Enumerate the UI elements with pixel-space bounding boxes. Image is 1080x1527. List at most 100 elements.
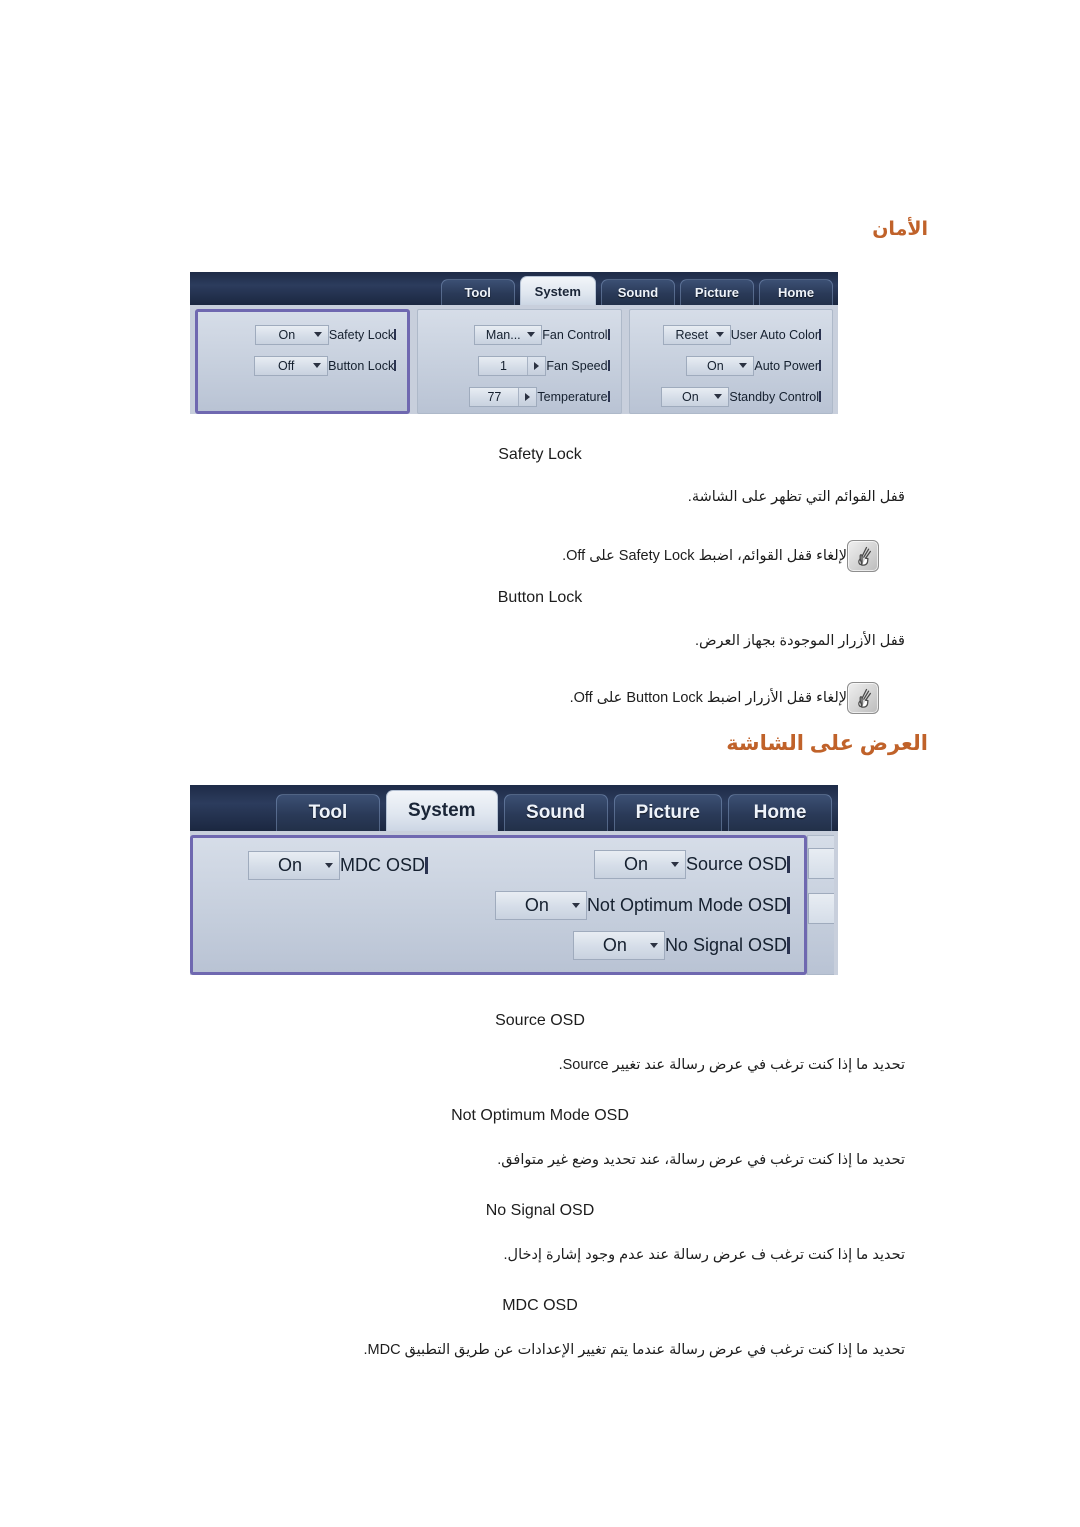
dropdown-value: On [278, 327, 296, 342]
chevron-down-icon [313, 363, 322, 368]
bullet-bar-icon [787, 937, 790, 955]
dropdown-standby-control[interactable]: On [661, 386, 730, 407]
bullet-bar-icon [787, 855, 790, 873]
dropdown-mdc-osd[interactable]: On [248, 851, 340, 880]
tab-bar: Home Picture Sound System Tool [190, 272, 838, 305]
setting-label: Source OSD [686, 854, 794, 875]
system-tab-body: User Auto Color Reset Auto Power On Stan… [190, 305, 838, 414]
tab-label: Sound [526, 802, 586, 823]
dropdown-value: On [524, 894, 549, 915]
dropdown-button-lock[interactable]: Off [254, 355, 329, 376]
bullet-bar-icon [394, 360, 397, 371]
term-not-optimum-mode-osd: Not Optimum Mode OSD [451, 1107, 629, 1124]
mdc-system-osd-screenshot: Home Picture Sound System Tool Source OS… [190, 785, 838, 975]
dropdown-value: Reset [675, 327, 709, 342]
bullet-bar-icon [787, 896, 790, 914]
setting-row-safety-lock: Safety Lock On [206, 319, 399, 350]
bullet-bar-icon [607, 329, 610, 340]
setting-label-text: Fan Control [542, 327, 608, 342]
chevron-down-icon [313, 332, 322, 337]
setting-row-mdc-osd: MDC OSD On [203, 844, 432, 887]
tab-label: Picture [694, 285, 739, 300]
note-hand-icon [847, 682, 879, 714]
tab-home[interactable]: Home [759, 279, 833, 305]
bullet-bar-icon [394, 329, 397, 340]
tab-system[interactable]: System [519, 276, 596, 305]
stepper-value: 1 [499, 358, 507, 373]
panel-fan-temperature: Fan Control Man... Fan Speed 1 Temperatu… [417, 309, 622, 414]
triangle-right-icon [525, 392, 531, 401]
tab-tool[interactable]: Tool [275, 794, 380, 831]
term-mdc-osd: MDC OSD [502, 1297, 578, 1314]
dropdown-fan-control[interactable]: Man... [474, 324, 543, 345]
osd-column-left: Source OSD On Not Optimum Mode OSD On No… [444, 844, 794, 966]
setting-label-text: No Signal OSD [664, 935, 787, 956]
setting-label: No Signal OSD [665, 935, 794, 956]
dropdown-value: On [707, 358, 724, 373]
tab-tool[interactable]: Tool [440, 279, 515, 305]
setting-label: Standby Control [729, 390, 824, 404]
manual-page: الأمان Home Picture Sound System Tool Us… [0, 0, 1080, 1527]
osd-column-right: MDC OSD On [203, 844, 444, 966]
chevron-down-icon [571, 902, 580, 908]
setting-row-standby-control: Standby Control On [638, 381, 824, 412]
tab-sound[interactable]: Sound [600, 279, 675, 305]
note-safety-lock: لإلغاء قفل القوائم، اضبط Safety Lock على… [562, 540, 905, 572]
dropdown-value: On [602, 935, 627, 956]
tab-label: Home [777, 285, 815, 300]
triangle-right-icon [534, 361, 540, 370]
setting-row-button-lock: Button Lock Off [206, 350, 399, 381]
panel-display-settings: User Auto Color Reset Auto Power On Stan… [628, 309, 833, 414]
clipped-field [808, 848, 834, 879]
setting-label-text: Button Lock [328, 358, 395, 373]
setting-label-text: Source OSD [685, 853, 787, 874]
setting-label: User Auto Color [731, 328, 824, 342]
dropdown-safety-lock[interactable]: On [254, 324, 329, 345]
stepper-fan-speed[interactable]: 1 [478, 355, 547, 376]
tab-sound[interactable]: Sound [503, 794, 608, 831]
stepper-temperature[interactable]: 77 [469, 386, 538, 407]
setting-label: Temperature [537, 390, 612, 404]
setting-label: Fan Speed [546, 359, 612, 373]
bullet-bar-icon [819, 360, 821, 371]
stepper-increment-button[interactable] [527, 356, 546, 375]
tab-home[interactable]: Home [728, 794, 832, 831]
clipped-field [808, 893, 834, 924]
setting-label: Auto Power [754, 359, 824, 373]
dropdown-no-signal-osd[interactable]: On [572, 931, 665, 961]
dropdown-user-auto-color[interactable]: Reset [662, 324, 731, 345]
bullet-bar-icon [819, 391, 821, 402]
term-button-lock: Button Lock [497, 589, 583, 606]
panel-osd-highlighted: Source OSD On Not Optimum Mode OSD On No… [190, 835, 807, 975]
setting-label: Not Optimum Mode OSD [587, 895, 794, 916]
term-source-osd: Source OSD [495, 1012, 585, 1029]
tab-system[interactable]: System [385, 790, 498, 831]
bullet-bar-icon [425, 857, 428, 874]
chevron-down-icon [714, 394, 723, 399]
mdc-system-security-screenshot: Home Picture Sound System Tool User Auto… [190, 272, 838, 414]
dropdown-value: Man... [485, 327, 521, 342]
setting-label: MDC OSD [340, 855, 432, 876]
term-safety-lock: Safety Lock [498, 446, 582, 463]
note-text: لإلغاء قفل القوائم، اضبط Safety Lock على… [562, 548, 847, 564]
chevron-down-icon [715, 332, 724, 337]
setting-row-temperature: Temperature 77 [426, 381, 612, 412]
dropdown-source-osd[interactable]: On [593, 849, 686, 879]
stepper-increment-button[interactable] [518, 387, 537, 406]
tab-label: Tool [308, 802, 348, 823]
chevron-down-icon [649, 943, 658, 949]
setting-row-user-auto-color: User Auto Color Reset [638, 319, 824, 350]
chevron-down-icon [527, 332, 536, 337]
setting-row-fan-speed: Fan Speed 1 [426, 350, 612, 381]
setting-row-not-optimum-mode-osd: Not Optimum Mode OSD On [444, 885, 794, 926]
setting-label: Button Lock [328, 359, 399, 373]
dropdown-not-optimum-mode-osd[interactable]: On [494, 890, 587, 920]
setting-label-text: Safety Lock [328, 327, 395, 342]
tab-picture[interactable]: Picture [679, 279, 754, 305]
tab-picture[interactable]: Picture [613, 794, 722, 831]
chevron-down-icon [739, 363, 748, 368]
description-button-lock: قفل الأزرار الموجودة بجهاز العرض. [694, 633, 905, 649]
tab-label: Tool [464, 285, 491, 300]
dropdown-value: On [623, 853, 648, 874]
dropdown-auto-power[interactable]: On [686, 355, 755, 376]
